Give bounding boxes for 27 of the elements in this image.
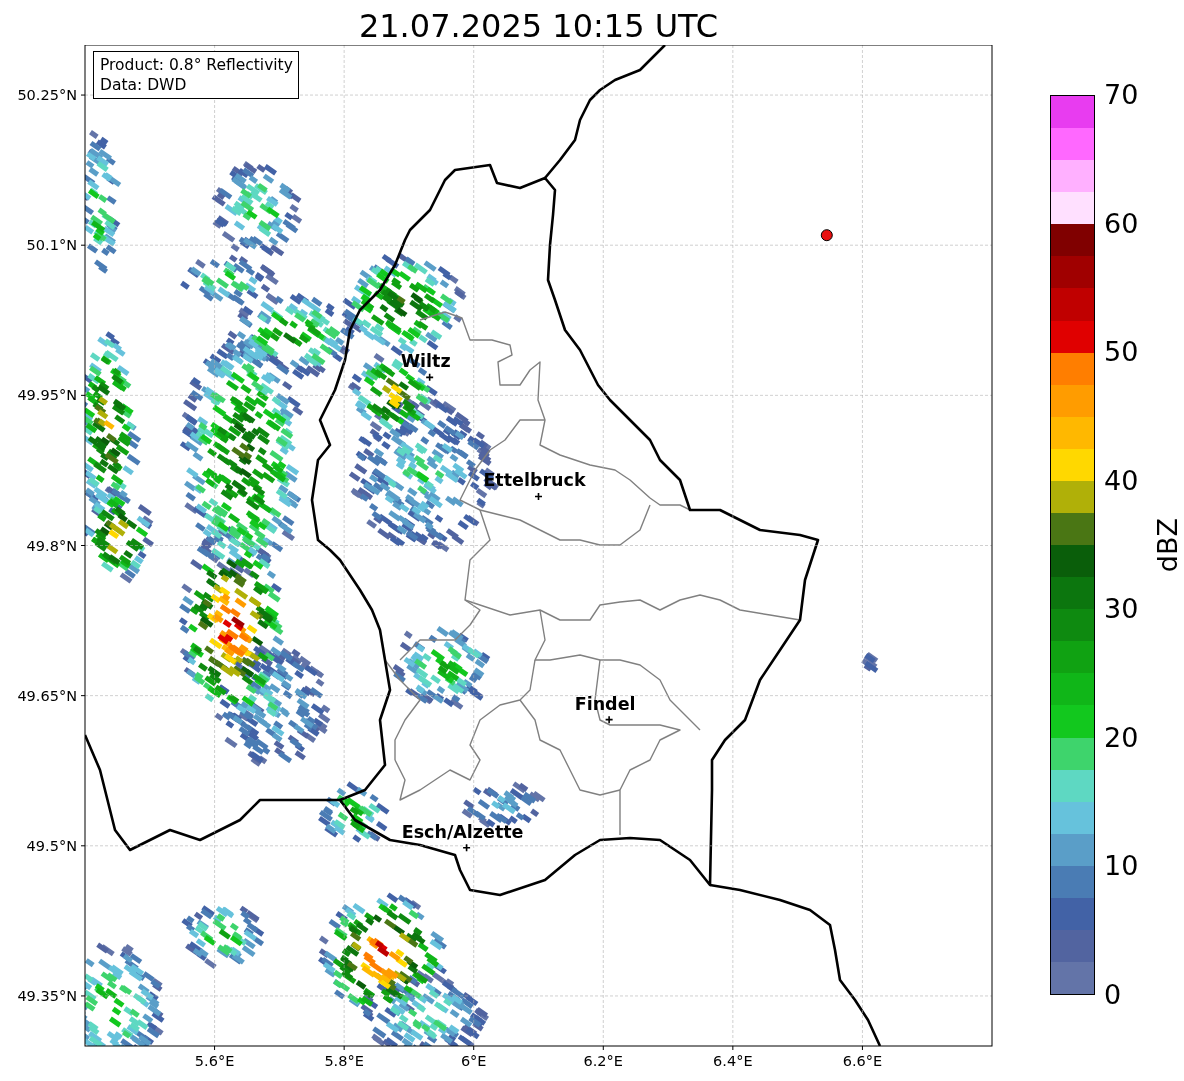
tick-label: 49.8°N [26,537,77,554]
tick-label: 6.6°E [842,1053,883,1069]
tick-label: 5.6°E [194,1053,235,1069]
colorbar-tick-label: 30 [1104,593,1139,626]
colorbar-tick-label: 70 [1104,79,1139,111]
tick-label: 6.4°E [713,1053,753,1069]
colorbar-tick-label: 50 [1104,336,1139,369]
colorbar-tick-label: 10 [1104,850,1139,883]
info-text: Product: 0.8° Reflectivity [100,55,293,75]
tick-label: 6°E [460,1053,487,1069]
city-label: Esch/Alzette [401,821,524,842]
colorbar-tick-label: 20 [1104,721,1139,754]
tick-label: 49.35°N [17,987,77,1004]
tick-label: 5.8°E [324,1053,364,1069]
tick-label: 6.2°E [583,1053,624,1069]
colorbar-tick-label: 60 [1104,207,1139,240]
city-label: Findel [574,693,636,714]
info-text: Data: DWD [100,75,188,95]
tick-label: 49.95°N [17,387,77,404]
tick-label: 50.1°N [26,237,77,254]
tick-label: 49.5°N [26,837,77,854]
colorbar-label: dBZ [1152,517,1184,573]
tick-label: 49.65°N [17,687,77,704]
tick-label: 50.25°N [17,87,77,104]
colorbar-tick-label: 40 [1104,464,1139,497]
colorbar-tick-label: 0 [1104,978,1123,1011]
chart-title: 21.07.2025 10:15 UTC [357,6,720,45]
